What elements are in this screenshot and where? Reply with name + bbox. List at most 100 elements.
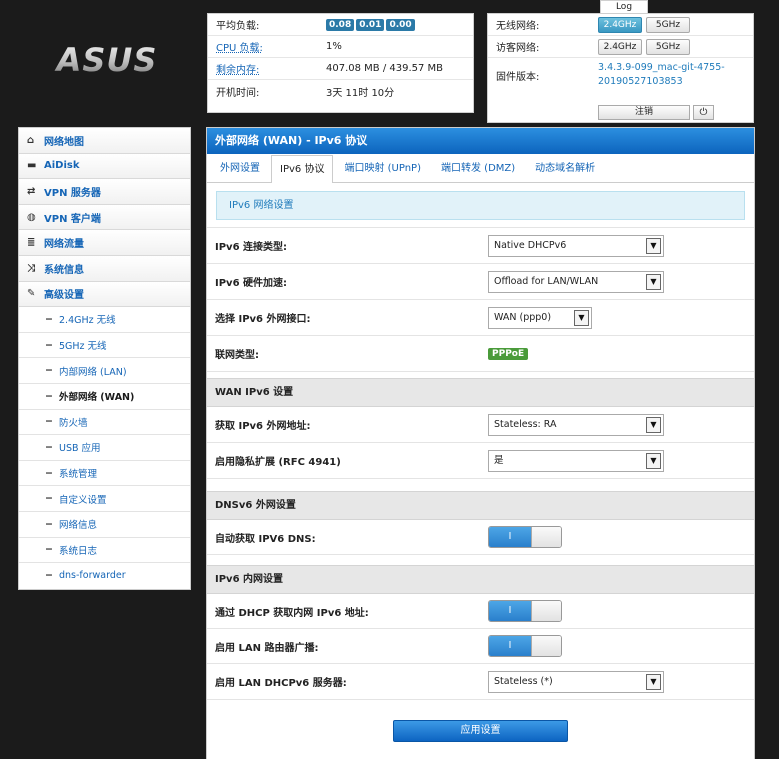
power-icon[interactable]: ⏻ [693, 105, 714, 120]
status-row-guest: 访客网络: 2.4GHz 5GHz [488, 36, 753, 58]
dash-icon: − [45, 467, 53, 479]
tab-ipv6[interactable]: IPv6 协议 [271, 155, 334, 183]
load-15min-badge: 0.00 [386, 18, 415, 31]
asus-logo: ASUS [48, 44, 166, 78]
sidebar-sub-custom[interactable]: − 自定义设置 [19, 486, 190, 512]
globe-icon: ◍ [27, 211, 36, 223]
status-row-firmware: 固件版本: 3.4.3.9-099_mac-git-4755- 20190527… [488, 58, 753, 92]
sidebar-item-label: 网络流量 [44, 239, 84, 251]
tab-bar: 外网设置 IPv6 协议 端口映射 (UPnP) 端口转发 (DMZ) 动态域名… [207, 154, 754, 183]
toggle-on-indicator: I [489, 636, 531, 656]
sidebar-sub-label: 内部网络 (LAN) [59, 366, 127, 378]
link-type-badge: PPPoE [488, 347, 529, 360]
wireless-5ghz-button[interactable]: 5GHz [646, 16, 690, 33]
cpu-link[interactable]: CPU 负载: [216, 39, 326, 54]
sidebar-sub-dns-forwarder[interactable]: − dns-forwarder [19, 563, 190, 589]
sidebar-item-label: VPN 服务器 [44, 187, 101, 199]
sidebar-sub-label: USB 应用 [59, 443, 101, 455]
chevron-down-icon: ▼ [646, 416, 661, 433]
tab-upnp[interactable]: 端口映射 (UPnP) [335, 154, 430, 182]
row-conn-type: IPv6 连接类型: Native DHCPv6 ▼ [207, 228, 754, 264]
dhcp-lan-toggle[interactable]: I [488, 600, 562, 622]
sidebar-sub-usb[interactable]: − USB 应用 [19, 435, 190, 461]
dash-icon: − [45, 339, 53, 351]
wan-addr-select[interactable]: Stateless: RA ▼ [488, 413, 664, 436]
memory-link[interactable]: 剩余内存: [216, 61, 326, 76]
firmware-link[interactable]: 3.4.3.9-099_mac-git-4755- 20190527103853 [598, 61, 725, 89]
sidebar-item-vpn-server[interactable]: ⇄ VPN 服务器 [19, 179, 190, 205]
sidebar-sub-label: 5GHz 无线 [59, 341, 107, 353]
wireless-24ghz-button[interactable]: 2.4GHz [598, 16, 642, 33]
sidebar-sub-lan[interactable]: − 内部网络 (LAN) [19, 358, 190, 384]
conn-type-select[interactable]: Native DHCPv6 ▼ [488, 234, 664, 257]
apply-wrap: 应用设置 [207, 700, 754, 742]
router-adv-label: 启用 LAN 路由器广播: [215, 642, 319, 654]
firmware-line-2: 20190527103853 [598, 76, 683, 87]
tab-dmz[interactable]: 端口转发 (DMZ) [432, 154, 524, 182]
hw-accel-select[interactable]: Offload for LAN/WLAN ▼ [488, 270, 664, 293]
dash-icon: − [45, 544, 53, 556]
sidebar-sub-firewall[interactable]: − 防火墙 [19, 409, 190, 436]
router-adv-toggle[interactable]: I [488, 635, 562, 657]
sidebar-item-system-info[interactable]: ⤨ 系统信息 [19, 255, 190, 282]
sidebar-item-label: VPN 客户端 [44, 213, 101, 225]
sidebar-sub-label: 系统管理 [59, 469, 98, 481]
sidebar-sub-label: 系统日志 [59, 545, 98, 557]
sidebar-sub-admin[interactable]: − 系统管理 [19, 460, 190, 487]
sidebar-item-traffic[interactable]: ≣ 网络流量 [19, 230, 190, 256]
guest-5ghz-button[interactable]: 5GHz [646, 38, 690, 55]
status-row-cpu: CPU 负载: 1% [208, 36, 473, 58]
sidebar-sub-label: 网络信息 [59, 520, 98, 532]
tab-wan-settings[interactable]: 外网设置 [211, 154, 269, 182]
chevron-down-icon: ▼ [646, 452, 661, 469]
sidebar-sub-wan[interactable]: − 外部网络 (WAN) [19, 383, 190, 410]
apply-button[interactable]: 应用设置 [393, 720, 568, 742]
sidebar-nav: ⌂ 网络地图 ▬ AiDisk ⇄ VPN 服务器 ◍ VPN 客户端 ≣ 网络… [18, 127, 191, 590]
logout-button[interactable]: 注销 [598, 105, 690, 120]
wan-iface-select[interactable]: WAN (ppp0) ▼ [488, 306, 592, 329]
spacer [207, 220, 754, 228]
dhcpv6-server-select[interactable]: Stateless (*) ▼ [488, 670, 664, 693]
chevron-down-icon: ▼ [646, 273, 661, 290]
load-label: 平均负载: [216, 21, 260, 32]
sidebar-sub-syslog[interactable]: − 系统日志 [19, 537, 190, 564]
chevron-down-icon: ▼ [646, 237, 661, 254]
conn-type-label: IPv6 连接类型: [215, 242, 288, 253]
dash-icon: − [45, 570, 53, 582]
cpu-value: 1% [326, 41, 342, 52]
status-row-load: 平均负载: 0.08 0.01 0.00 [208, 14, 473, 36]
sidebar-item-label: AiDisk [44, 160, 80, 172]
load-values: 0.08 0.01 0.00 [326, 18, 417, 31]
chevron-down-icon: ▼ [574, 309, 589, 326]
dash-icon: − [45, 441, 53, 453]
status-row-wireless: 无线网络: 2.4GHz 5GHz [488, 14, 753, 36]
privacy-ext-select[interactable]: 是 ▼ [488, 449, 664, 472]
toggle-on-indicator: I [489, 527, 531, 547]
sidebar-sub-wireless-24[interactable]: −2.4GHz 无线 [19, 307, 190, 333]
sidebar-item-aidisk[interactable]: ▬ AiDisk [19, 153, 190, 180]
wrench-icon: ✎ [27, 288, 36, 300]
log-tab[interactable]: Log [600, 0, 648, 13]
main-panel: 外部网络 (WAN) - IPv6 协议 外网设置 IPv6 协议 端口映射 (… [206, 127, 755, 759]
section-dnsv6: DNSv6 外网设置 [207, 491, 754, 520]
auto-dns-label: 自动获取 IPV6 DNS: [215, 533, 316, 545]
sidebar-item-network-map[interactable]: ⌂ 网络地图 [19, 128, 190, 154]
sidebar-item-advanced[interactable]: ✎ 高级设置 [19, 281, 190, 308]
auto-dns-toggle[interactable]: I [488, 526, 562, 548]
tab-ddns[interactable]: 动态域名解析 [526, 154, 604, 182]
sidebar-sub-wireless-5[interactable]: −5GHz 无线 [19, 332, 190, 359]
dash-icon: − [45, 416, 53, 428]
sidebar-item-vpn-client[interactable]: ◍ VPN 客户端 [19, 204, 190, 231]
shuffle-icon: ⤨ [27, 262, 35, 274]
guest-24ghz-button[interactable]: 2.4GHz [598, 38, 642, 55]
dash-icon: − [45, 390, 53, 402]
row-wan-addr: 获取 IPv6 外网地址: Stateless: RA ▼ [207, 407, 754, 443]
sidebar-sub-netinfo[interactable]: − 网络信息 [19, 511, 190, 538]
memory-value: 407.08 MB / 439.57 MB [326, 63, 444, 74]
load-5min-badge: 0.01 [356, 18, 385, 31]
home-icon: ⌂ [27, 134, 35, 146]
row-wan-iface: 选择 IPv6 外网接口: WAN (ppp0) ▼ [207, 300, 754, 336]
section-wan-ipv6: WAN IPv6 设置 [207, 378, 754, 407]
sidebar-sub-label: 自定义设置 [59, 494, 107, 506]
